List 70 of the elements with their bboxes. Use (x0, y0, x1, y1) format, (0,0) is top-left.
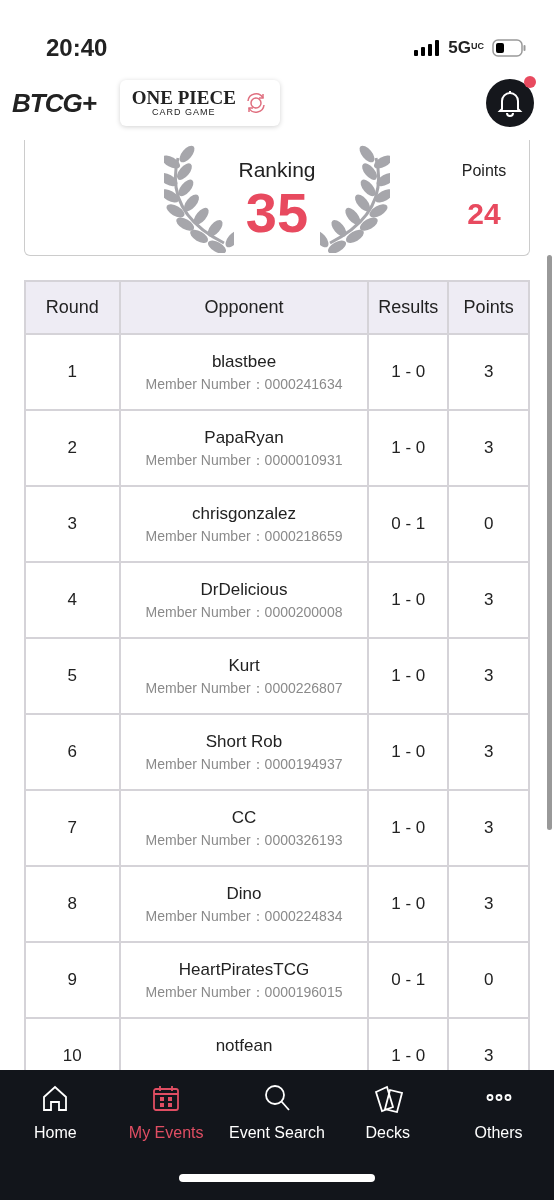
opponent-name: blastbee (210, 350, 278, 373)
points-cell: 3 (448, 790, 529, 866)
opponent-name: PapaRyan (203, 426, 285, 449)
ranking-label: Ranking (238, 156, 316, 183)
points-cell: 3 (448, 562, 529, 638)
member-number: Member Number：0000010931 (144, 451, 344, 471)
member-number: Member Number：0000194937 (144, 755, 344, 775)
round-cell: 8 (25, 866, 120, 942)
member-number: Member Number：0000241634 (144, 375, 344, 395)
tab-item[interactable]: Others (443, 1082, 554, 1146)
result-cell: 1 - 0 (368, 410, 449, 486)
points-cell: 3 (448, 714, 529, 790)
points-cell: 3 (448, 866, 529, 942)
result-cell: 1 - 0 (368, 638, 449, 714)
status-time: 20:40 (46, 33, 108, 63)
tab-item[interactable]: Event Search (221, 1082, 333, 1146)
member-number: Member Number：0000218659 (144, 527, 344, 547)
round-cell: 2 (25, 410, 120, 486)
points-cell: 3 (448, 410, 529, 486)
member-number: Member Number：0000224834 (144, 907, 344, 927)
network-label: 5G$^{UC}$ (448, 37, 484, 60)
points-label: Points (460, 161, 508, 181)
round-cell: 3 (25, 486, 120, 562)
points-value: 24 (466, 196, 502, 232)
member-number: Member Number：0000326193 (144, 831, 344, 851)
game-logo: ONE PIECE CARD GAME (119, 80, 280, 126)
opponent-name: notfean (214, 1034, 274, 1057)
opponent-name: Dino (225, 882, 263, 905)
tab-item[interactable]: Home (0, 1082, 111, 1146)
round-cell: 7 (25, 790, 120, 866)
opponent-name: CC (230, 806, 258, 829)
result-cell: 1 - 0 (368, 714, 449, 790)
result-cell: 1 - 0 (368, 562, 449, 638)
result-cell: 1 - 0 (368, 334, 449, 410)
cards-icon (372, 1083, 403, 1113)
opponent-name: chrisgonzalez (191, 502, 297, 525)
calendar-icon (151, 1083, 182, 1113)
result-cell: 1 - 0 (368, 866, 449, 942)
column-header: Results (368, 281, 449, 334)
tab-item[interactable]: Decks (332, 1082, 444, 1146)
member-number: Member Number：0000226807 (144, 679, 344, 699)
result-cell: 0 - 1 (368, 942, 449, 1018)
column-header: Points (448, 281, 529, 334)
round-cell: 4 (25, 562, 120, 638)
member-number: Member Number：0000196015 (144, 983, 344, 1003)
round-cell: 5 (25, 638, 120, 714)
member-number: Member Number：0000200008 (144, 603, 344, 623)
opponent-name: DrDelicious (199, 578, 289, 601)
notification-button[interactable] (486, 79, 534, 127)
battery-icon (492, 39, 526, 57)
round-cell: 9 (25, 942, 120, 1018)
points-cell: 0 (448, 486, 529, 562)
column-header: Round (25, 281, 120, 334)
search-icon (262, 1083, 292, 1113)
signal-icon (414, 40, 441, 56)
opponent-name: Short Rob (204, 730, 284, 753)
round-cell: 1 (25, 334, 120, 410)
points-cell: 3 (448, 638, 529, 714)
opponent-name: HeartPiratesTCG (177, 958, 311, 981)
result-cell: 0 - 1 (368, 486, 449, 562)
column-header: Opponent (119, 281, 369, 334)
ranking-value: 35 (244, 185, 310, 242)
result-cell: 1 - 0 (368, 790, 449, 866)
round-cell: 6 (25, 714, 120, 790)
opponent-name: Kurt (227, 654, 261, 677)
app-logo: BTCG+ (12, 86, 96, 120)
bell-icon (497, 89, 523, 117)
points-cell: 3 (448, 334, 529, 410)
tab-item[interactable]: My Events (110, 1082, 222, 1146)
points-cell: 0 (448, 942, 529, 1018)
